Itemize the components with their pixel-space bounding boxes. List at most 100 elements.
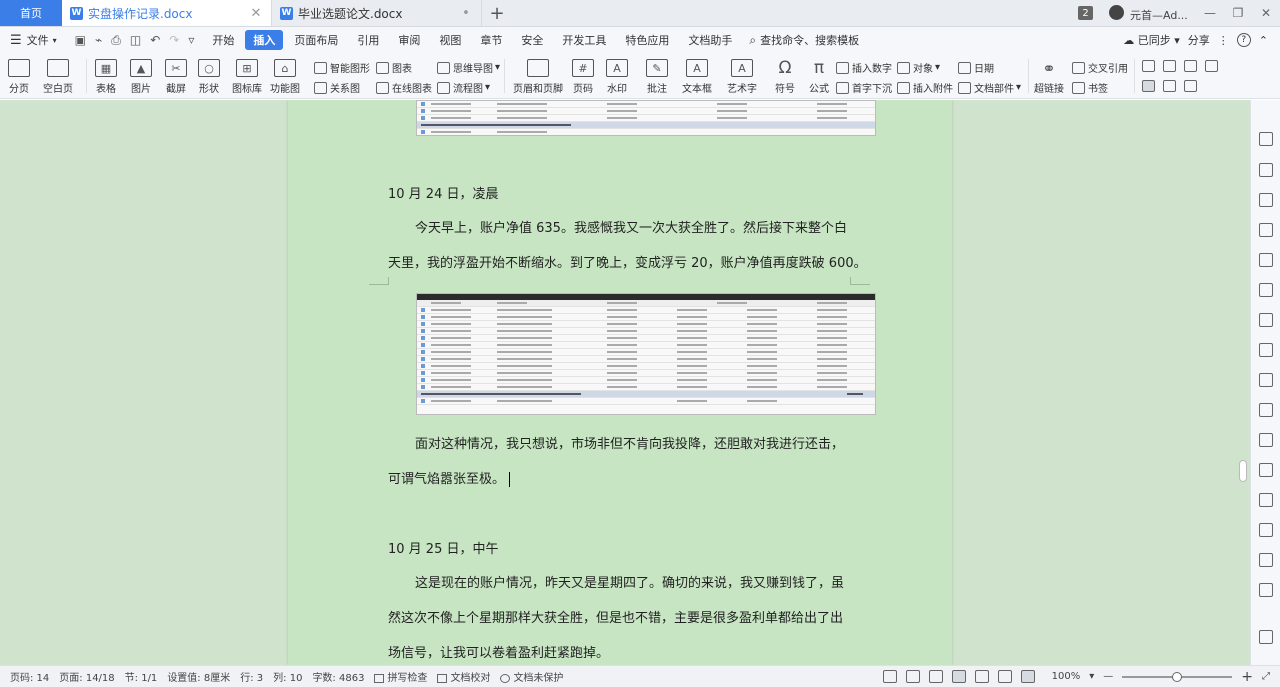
- row-status[interactable]: 行: 3: [240, 669, 263, 684]
- outline-view-icon[interactable]: [974, 670, 989, 683]
- embedded-screenshot[interactable]: [416, 293, 876, 415]
- dot-icon[interactable]: •: [459, 6, 473, 21]
- menu-section[interactable]: 章节: [472, 30, 510, 50]
- page-number-status[interactable]: 页码: 14: [10, 669, 49, 684]
- pages-status[interactable]: 页面: 14/18: [59, 669, 114, 684]
- menu-features[interactable]: 特色应用: [617, 30, 677, 50]
- image-icon[interactable]: [1259, 373, 1273, 387]
- screenshot-button[interactable]: ✂ 截屏: [165, 59, 187, 95]
- zoom-level[interactable]: 100%: [1052, 671, 1081, 682]
- save-icon[interactable]: ▣: [75, 33, 86, 47]
- column-status[interactable]: 列: 10: [273, 669, 302, 684]
- web-view-icon[interactable]: [997, 670, 1012, 683]
- watermark-button[interactable]: A 水印: [606, 59, 628, 95]
- read-mode-icon[interactable]: [905, 670, 920, 683]
- settings-icon[interactable]: [1259, 343, 1273, 357]
- customize-icon[interactable]: ▿: [188, 33, 194, 47]
- chart-icon[interactable]: [1259, 313, 1273, 327]
- chart-button[interactable]: 图表: [376, 60, 412, 75]
- zoom-dropdown-icon[interactable]: ▾: [1089, 671, 1094, 682]
- undo-icon[interactable]: ↶: [150, 33, 160, 47]
- fit-icon[interactable]: ⤢: [1262, 671, 1270, 682]
- zoom-in-icon[interactable]: +: [1241, 669, 1253, 685]
- hyperlink-button[interactable]: ⚭ 超链接: [1034, 59, 1064, 96]
- function-chart-button[interactable]: ⌂ 功能图: [270, 59, 300, 95]
- menu-assistant[interactable]: 文档助手: [680, 30, 740, 50]
- date-button[interactable]: 日期: [958, 60, 994, 75]
- page-view-icon[interactable]: [951, 670, 966, 683]
- fullscreen-icon[interactable]: [882, 670, 897, 683]
- plugin-icon[interactable]: [1259, 523, 1273, 537]
- section-status[interactable]: 节: 1/1: [125, 669, 158, 684]
- window-count-badge[interactable]: 2: [1078, 6, 1093, 20]
- file-menu[interactable]: ☰ 文件 ▾: [0, 32, 65, 48]
- text-control-icon[interactable]: [1184, 60, 1197, 72]
- doc-parts-button[interactable]: 文档部件 ▾: [958, 80, 1021, 95]
- table-button[interactable]: ▦ 表格: [95, 59, 117, 95]
- command-search[interactable]: ⌕ 查找命令、搜索模板: [749, 32, 859, 48]
- more-icon[interactable]: ⋮: [1218, 34, 1229, 47]
- smart-art-button[interactable]: 智能图形: [314, 60, 370, 75]
- shape-button[interactable]: ○ 形状: [198, 59, 220, 95]
- relation-chart-button[interactable]: 关系图: [314, 80, 360, 95]
- cross-reference-button[interactable]: 交叉引用: [1072, 60, 1128, 75]
- zoom-out-icon[interactable]: —: [1103, 671, 1113, 682]
- redo-icon[interactable]: ↷: [169, 33, 179, 47]
- proofread-button[interactable]: 文档校对: [437, 669, 490, 684]
- user-name[interactable]: 元首—Ad...: [1130, 0, 1196, 26]
- document-area[interactable]: 10 月 24 日，凌晨 今天早上，账户净值 635。我感慨我又一次大获全胜了。…: [0, 100, 1250, 665]
- share-icon[interactable]: [1259, 403, 1273, 417]
- group-icon[interactable]: [1184, 80, 1197, 92]
- spell-check-button[interactable]: 拼写检查: [374, 669, 427, 684]
- textbox-button[interactable]: A 文本框: [682, 59, 712, 95]
- object-button[interactable]: 对象 ▾: [897, 60, 940, 75]
- apps-icon[interactable]: [1259, 283, 1273, 297]
- document-page[interactable]: 10 月 24 日，凌晨 今天早上，账户净值 635。我感慨我又一次大获全胜了。…: [288, 100, 952, 665]
- formula-button[interactable]: π 公式: [808, 58, 830, 95]
- menu-security[interactable]: 安全: [513, 30, 551, 50]
- history-icon[interactable]: [1259, 553, 1273, 567]
- insert-attachment-button[interactable]: 插入附件: [897, 80, 953, 95]
- table-icon[interactable]: [1259, 253, 1273, 267]
- help-icon[interactable]: [1259, 630, 1273, 644]
- history-icon[interactable]: [1259, 583, 1273, 597]
- minimize-icon[interactable]: —: [1196, 0, 1224, 26]
- mindmap-button[interactable]: 思维导图 ▾: [437, 60, 500, 75]
- picture-button[interactable]: ▲ 图片: [130, 59, 152, 95]
- header-footer-button[interactable]: 页眉和页脚: [513, 59, 563, 95]
- menu-start[interactable]: 开始: [204, 30, 242, 50]
- select-icon[interactable]: [1259, 163, 1273, 177]
- picture-control-icon[interactable]: [1205, 60, 1218, 72]
- word-count-status[interactable]: 字数: 4863: [312, 669, 364, 684]
- zoom-slider[interactable]: [1122, 671, 1233, 682]
- menu-references[interactable]: 引用: [349, 30, 387, 50]
- menu-layout[interactable]: 页面布局: [286, 30, 346, 50]
- insert-number-button[interactable]: 插入数字: [836, 60, 892, 75]
- print-icon[interactable]: ⎙: [111, 33, 121, 48]
- doc-tab-active[interactable]: W 实盘操作记录.docx ✕: [62, 0, 272, 26]
- zoom-slider-knob[interactable]: [1172, 671, 1183, 682]
- doc-tab[interactable]: W 毕业选题论文.docx •: [272, 0, 482, 26]
- format-painter-icon[interactable]: ⌁: [95, 33, 102, 47]
- setting-status[interactable]: 设置值: 8厘米: [167, 669, 230, 684]
- sync-status[interactable]: ☁ 已同步 ▾: [1123, 32, 1180, 48]
- page-break-button[interactable]: 分页: [8, 59, 30, 95]
- online-chart-button[interactable]: 在线图表: [376, 80, 432, 95]
- dropdown-control-icon[interactable]: [1163, 60, 1176, 72]
- menu-developer[interactable]: 开发工具: [554, 30, 614, 50]
- blank-page-button[interactable]: 空白页: [43, 59, 73, 95]
- style-icon[interactable]: [1259, 223, 1273, 237]
- avatar[interactable]: [1109, 5, 1124, 20]
- properties-icon[interactable]: [1163, 80, 1176, 92]
- new-tab-button[interactable]: +: [482, 0, 512, 26]
- translate-icon[interactable]: [1259, 433, 1273, 447]
- collapse-ribbon-icon[interactable]: ⌃: [1259, 34, 1268, 47]
- document-icon[interactable]: [1259, 463, 1273, 477]
- media-icon[interactable]: [1259, 493, 1273, 507]
- symbol-button[interactable]: Ω 符号: [774, 58, 796, 95]
- eye-protect-icon[interactable]: [1020, 670, 1035, 683]
- protect-status[interactable]: 文档未保护: [500, 669, 563, 684]
- embedded-screenshot-top[interactable]: [416, 100, 876, 136]
- design-mode-icon[interactable]: [1142, 80, 1155, 92]
- checkbox-control-icon[interactable]: [1142, 60, 1155, 72]
